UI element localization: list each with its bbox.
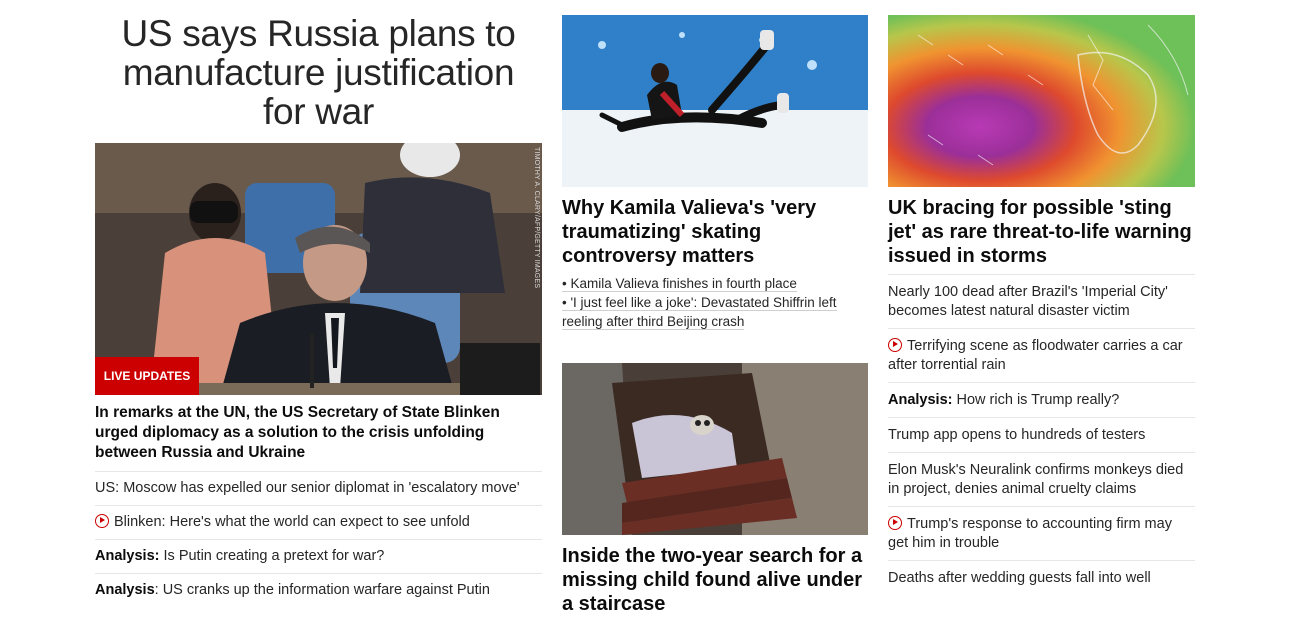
link-text: Blinken: Here's what the world can expec… [114,514,470,530]
sub-link[interactable]: • Kamila Valieva finishes in fourth plac… [562,274,868,293]
live-updates-badge[interactable]: LIVE UPDATES [95,357,199,395]
play-video-icon [888,338,902,352]
link-text: Trump's response to accounting firm may … [888,516,1172,551]
link-text: Trump app opens to hundreds of testers [888,427,1146,443]
skating-story-image[interactable] [562,15,868,187]
sub-link-text: • 'I just feel like a joke': Devastated … [562,295,837,330]
staircase-story-image[interactable] [562,363,868,535]
storm-story-image[interactable] [888,15,1195,187]
staircase-headline[interactable]: Inside the two-year search for a missing… [562,544,868,616]
skater-photo [562,15,868,187]
related-link[interactable]: Nearly 100 dead after Brazil's 'Imperial… [888,275,1195,329]
link-prefix: Analysis [95,582,155,598]
link-text: : US cranks up the information warfare a… [154,582,490,598]
storm-headline[interactable]: UK bracing for possible 'sting jet' as r… [888,196,1195,268]
main-headline[interactable]: US says Russia plans to manufacture just… [95,14,542,131]
related-link[interactable]: Trump app opens to hundreds of testers [888,418,1195,453]
main-story-column: US says Russia plans to manufacture just… [95,0,542,607]
related-video-link[interactable]: Blinken: Here's what the world can expec… [95,506,542,540]
related-link[interactable]: Analysis: US cranks up the information w… [95,574,542,607]
related-link[interactable]: Analysis: Is Putin creating a pretext fo… [95,540,542,574]
staircase-photo [562,363,868,535]
link-text: How rich is Trump really? [952,392,1120,408]
middle-column: Why Kamila Valieva's 'very traumatizing'… [562,0,868,616]
play-video-icon [888,516,902,530]
link-prefix: Analysis: [888,392,953,408]
play-video-icon [95,514,109,528]
related-link[interactable]: Deaths after wedding guests fall into we… [888,561,1195,595]
skating-sub-links: • Kamila Valieva finishes in fourth plac… [562,274,868,331]
link-text: Nearly 100 dead after Brazil's 'Imperial… [888,284,1168,319]
related-link[interactable]: Analysis: How rich is Trump really? [888,383,1195,418]
skating-headline[interactable]: Why Kamila Valieva's 'very traumatizing'… [562,196,868,268]
related-links-list: US: Moscow has expelled our senior diplo… [95,472,542,607]
related-video-link[interactable]: Terrifying scene as floodwater carries a… [888,329,1195,383]
sub-link-text: • Kamila Valieva finishes in fourth plac… [562,276,797,292]
link-text: US: Moscow has expelled our senior diplo… [95,480,520,496]
main-story-image[interactable]: TIMOTHY A. CLARY/AFP/GETTY IMAGES LIVE U… [95,143,542,395]
right-column: UK bracing for possible 'sting jet' as r… [888,0,1195,595]
related-link[interactable]: Elon Musk's Neuralink confirms monkeys d… [888,453,1195,507]
link-text: Is Putin creating a pretext for war? [159,548,385,564]
link-text: Terrifying scene as floodwater carries a… [888,338,1183,373]
weather-map-photo [888,15,1195,187]
related-link[interactable]: US: Moscow has expelled our senior diplo… [95,472,542,506]
link-text: Deaths after wedding guests fall into we… [888,570,1151,586]
photo-credit: TIMOTHY A. CLARY/AFP/GETTY IMAGES [533,147,540,289]
related-video-link[interactable]: Trump's response to accounting firm may … [888,507,1195,561]
sub-link[interactable]: • 'I just feel like a joke': Devastated … [562,293,868,331]
lead-summary-link[interactable]: In remarks at the UN, the US Secretary o… [95,403,542,472]
link-prefix: Analysis: [95,548,160,564]
link-text: Elon Musk's Neuralink confirms monkeys d… [888,462,1184,497]
right-links-list: Nearly 100 dead after Brazil's 'Imperial… [888,274,1195,595]
